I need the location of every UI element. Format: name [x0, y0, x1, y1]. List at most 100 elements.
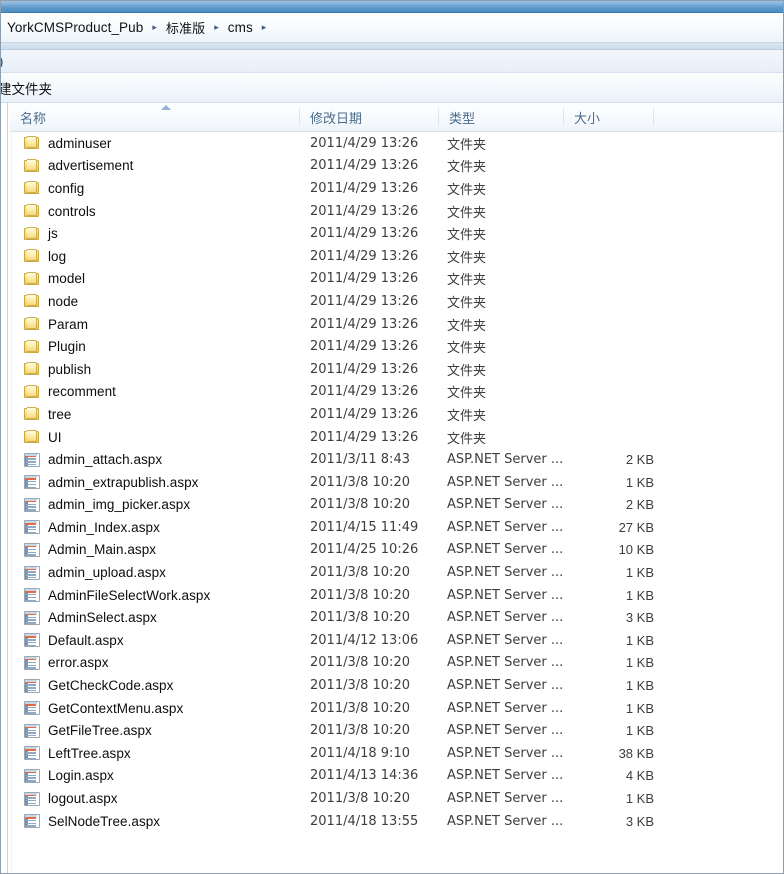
cell-name[interactable]: UI — [10, 430, 300, 445]
table-row[interactable]: GetContextMenu.aspx 2011/3/8 10:20 ASP.NET… — [10, 697, 783, 720]
cell-name[interactable]: SelNodeTree.aspx — [10, 814, 300, 829]
file-list: adminuser 2011/4/29 13:26 文件夹 advertisement… — [10, 132, 783, 833]
cell-name[interactable]: AdminSelect.aspx — [10, 610, 300, 625]
table-row[interactable]: publish 2011/4/29 13:26 文件夹 — [10, 358, 783, 381]
file-list-pane: 名称 修改日期 类型 大小 adminuser 2011/4/29 13:26 文件… — [1, 103, 783, 873]
cell-name[interactable]: controls — [10, 204, 300, 219]
table-row[interactable]: logout.aspx 2011/3/8 10:20 ASP.NET Server … — [10, 787, 783, 810]
table-row[interactable]: admin_extrapublish.aspx 2011/3/8 10:20 ASP… — [10, 471, 783, 494]
cell-name[interactable]: logout.aspx — [10, 791, 300, 806]
cell-name[interactable]: Admin_Index.aspx — [10, 520, 300, 535]
cell-name[interactable]: recomment — [10, 384, 300, 399]
table-row[interactable]: tree 2011/4/29 13:26 文件夹 — [10, 403, 783, 426]
cell-name[interactable]: node — [10, 294, 300, 309]
table-row[interactable]: Default.aspx 2011/4/12 13:06 ASP.NET Serve… — [10, 629, 783, 652]
breadcrumb-separator-icon[interactable]: ▸ — [257, 23, 272, 32]
cell-name[interactable]: config — [10, 181, 300, 196]
table-row[interactable]: SelNodeTree.aspx 2011/4/18 13:55 ASP.NET S… — [10, 810, 783, 833]
cell-name[interactable]: AdminFileSelectWork.aspx — [10, 588, 300, 603]
table-row[interactable]: js 2011/4/29 13:26 文件夹 — [10, 222, 783, 245]
cell-name[interactable]: Default.aspx — [10, 633, 300, 648]
table-row[interactable]: recomment 2011/4/29 13:26 文件夹 — [10, 381, 783, 404]
breadcrumb-item-0[interactable]: YorkCMSProduct_Pub — [3, 18, 147, 37]
cell-name[interactable]: admin_extrapublish.aspx — [10, 475, 300, 490]
table-row[interactable]: node 2011/4/29 13:26 文件夹 — [10, 290, 783, 313]
cell-name[interactable]: advertisement — [10, 158, 300, 173]
cell-name[interactable]: Admin_Main.aspx — [10, 542, 300, 557]
cell-date: 2011/3/8 10:20 — [310, 655, 410, 671]
cell-date: 2011/4/29 13:26 — [310, 248, 419, 264]
cell-name[interactable]: Param — [10, 317, 300, 332]
cell-name[interactable]: LeftTree.aspx — [10, 746, 300, 761]
cell-name[interactable]: error.aspx — [10, 655, 300, 670]
table-row[interactable]: admin_img_picker.aspx 2011/3/8 10:20 ASP.N… — [10, 494, 783, 517]
file-name-label: Param — [48, 316, 89, 332]
cell-name[interactable]: adminuser — [10, 136, 300, 151]
table-row[interactable]: admin_upload.aspx 2011/3/8 10:20 ASP.NET S… — [10, 561, 783, 584]
breadcrumb-item-2[interactable]: cms — [224, 18, 257, 37]
table-row[interactable]: log 2011/4/29 13:26 文件夹 — [10, 245, 783, 268]
cell-name[interactable]: Login.aspx — [10, 768, 300, 783]
file-name-label: model — [48, 271, 86, 287]
table-row[interactable]: LeftTree.aspx 2011/4/18 9:10 ASP.NET Serve… — [10, 742, 783, 765]
title-bar — [1, 1, 783, 13]
cell-name[interactable]: admin_upload.aspx — [10, 565, 300, 580]
table-row[interactable]: Param 2011/4/29 13:26 文件夹 — [10, 313, 783, 336]
cell-size: 4 KB — [625, 768, 654, 784]
table-row[interactable]: UI 2011/4/29 13:26 文件夹 — [10, 426, 783, 449]
cell-type: 文件夹 — [447, 318, 487, 334]
file-name-label: advertisement — [48, 158, 134, 174]
table-row[interactable]: AdminSelect.aspx 2011/3/8 10:20 ASP.NET Se… — [10, 606, 783, 629]
file-name-label: Admin_Index.aspx — [48, 519, 160, 535]
table-row[interactable]: error.aspx 2011/3/8 10:20 ASP.NET Server .… — [10, 652, 783, 675]
cell-name[interactable]: Plugin — [10, 339, 300, 354]
cell-type: 文件夹 — [447, 273, 487, 289]
file-name-label: admin_img_picker.aspx — [48, 497, 191, 513]
table-row[interactable]: config 2011/4/29 13:26 文件夹 — [10, 177, 783, 200]
table-row[interactable]: adminuser 2011/4/29 13:26 文件夹 — [10, 132, 783, 155]
address-bar[interactable]: YorkCMSProduct_Pub ▸ 标准版 ▸ cms ▸ — [1, 13, 783, 43]
search-row[interactable]: ) — [1, 50, 783, 73]
table-row[interactable]: model 2011/4/29 13:26 文件夹 — [10, 268, 783, 291]
column-header-size[interactable]: 大小 — [564, 103, 653, 131]
cell-type: 文件夹 — [447, 137, 487, 153]
cell-name[interactable]: log — [10, 249, 300, 264]
breadcrumb-item-1[interactable]: 标准版 — [162, 16, 209, 39]
aspx-file-icon — [24, 475, 40, 490]
file-name-label: Login.aspx — [48, 768, 114, 784]
table-row[interactable]: Admin_Main.aspx 2011/4/25 10:26 ASP.NET Se… — [10, 539, 783, 562]
table-row[interactable]: AdminFileSelectWork.aspx 2011/3/8 10:20 AS… — [10, 584, 783, 607]
aspx-file-icon — [24, 610, 40, 625]
table-row[interactable]: GetFileTree.aspx 2011/3/8 10:20 ASP.NET Se… — [10, 719, 783, 742]
file-name-label: publish — [48, 361, 92, 377]
cell-name[interactable]: admin_attach.aspx — [10, 452, 300, 467]
table-row[interactable]: advertisement 2011/4/29 13:26 文件夹 — [10, 155, 783, 178]
cell-name[interactable]: GetFileTree.aspx — [10, 723, 300, 738]
cell-name[interactable]: GetCheckCode.aspx — [10, 678, 300, 693]
file-name-label: Default.aspx — [48, 632, 124, 648]
table-row[interactable]: GetCheckCode.aspx 2011/3/8 10:20 ASP.NET S… — [10, 674, 783, 697]
breadcrumb-separator-icon[interactable]: ▸ — [147, 23, 162, 32]
file-name-label: Admin_Main.aspx — [48, 542, 157, 558]
table-row[interactable]: admin_attach.aspx 2011/3/11 8:43 ASP.NET S… — [10, 448, 783, 471]
table-row[interactable]: Admin_Index.aspx 2011/4/15 11:49 ASP.NET S… — [10, 516, 783, 539]
cell-name[interactable]: tree — [10, 407, 300, 422]
cell-name[interactable]: GetContextMenu.aspx — [10, 701, 300, 716]
cell-name[interactable]: model — [10, 271, 300, 286]
table-row[interactable]: Login.aspx 2011/4/13 14:36 ASP.NET Server … — [10, 765, 783, 788]
cell-name[interactable]: js — [10, 226, 300, 241]
aspx-file-icon — [24, 723, 40, 738]
cell-name[interactable]: publish — [10, 362, 300, 377]
column-header-name[interactable]: 名称 — [10, 103, 299, 131]
table-row[interactable]: controls 2011/4/29 13:26 文件夹 — [10, 200, 783, 223]
column-divider[interactable] — [653, 108, 654, 126]
table-row[interactable]: Plugin 2011/4/29 13:26 文件夹 — [10, 335, 783, 358]
aspx-file-icon — [24, 520, 40, 535]
cell-name[interactable]: admin_img_picker.aspx — [10, 497, 300, 512]
column-header-type[interactable]: 类型 — [439, 103, 563, 131]
breadcrumb-separator-icon[interactable]: ▸ — [209, 23, 224, 32]
file-name-label: admin_upload.aspx — [48, 565, 166, 581]
cell-size: 3 KB — [625, 813, 654, 829]
new-folder-button[interactable]: 建文件夹 — [1, 78, 52, 98]
column-header-date[interactable]: 修改日期 — [300, 103, 438, 131]
